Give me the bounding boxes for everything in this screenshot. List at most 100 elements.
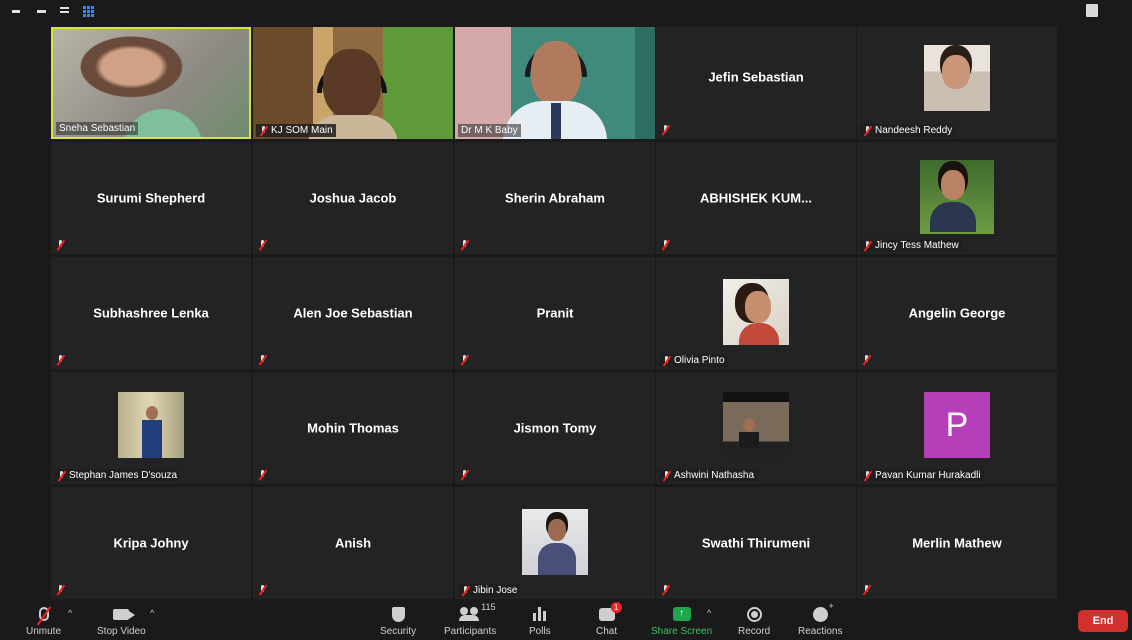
reactions-label: Reactions [798,626,843,637]
participant-tile[interactable]: Kripa Johny [51,487,251,599]
participant-name: Stephan James D'souza [69,470,178,481]
video-gallery: Sneha Sebastian KJ SOM Main Dr M K Baby … [0,22,1132,602]
participant-tile[interactable]: Angelin George [857,257,1057,369]
participant-tile[interactable]: Merlin Mathew [857,487,1057,599]
participant-tile[interactable]: Nandeesh Reddy [857,27,1057,139]
participant-tile[interactable]: Joshua Jacob [253,142,453,254]
mic-muted-icon [863,125,872,136]
mic-muted-icon [863,470,872,481]
mic-muted-icon [661,125,670,135]
record-icon [746,606,762,622]
participant-name: Anish [334,535,372,551]
participant-tile[interactable]: KJ SOM Main [253,27,453,139]
participant-label: Sneha Sebastian [56,122,139,135]
view-icon-1[interactable] [37,10,46,13]
participant-name: Sneha Sebastian [59,123,136,134]
participant-name: Jincy Tess Mathew [875,240,959,251]
unmute-label: Unmute [26,626,62,637]
participant-tile[interactable]: Alen Joe Sebastian [253,257,453,369]
participant-label: Nandeesh Reddy [860,124,956,137]
chat-label: Chat [596,626,618,637]
mic-muted-icon [461,585,470,596]
mic-muted-icon [258,585,267,595]
participant-tile[interactable]: Anish [253,487,453,599]
participants-button[interactable]: 115 Participants [444,602,496,637]
mic-muted-icon [258,470,267,480]
participant-video [455,27,655,139]
participant-tile[interactable]: Jibin Jose [455,487,655,599]
participant-name: Subhashree Lenka [93,305,209,321]
participant-tile[interactable]: Swathi Thirumeni [656,487,856,599]
participant-label: Stephan James D'souza [54,469,181,482]
participant-tile[interactable]: Mohin Thomas [253,372,453,484]
participant-label: Jibin Jose [458,584,521,597]
participant-name: Pranit [536,305,574,321]
reactions-button[interactable]: Reactions [798,601,843,638]
participant-label: Olivia Pinto [659,354,728,367]
participant-tile[interactable]: ABHISHEK KUM... [656,142,856,254]
gallery-view-icon[interactable] [83,6,94,17]
mic-muted-icon [460,355,469,365]
participant-label: Jincy Tess Mathew [860,239,962,252]
mic-muted-icon [56,240,65,250]
participant-tile[interactable]: Subhashree Lenka [51,257,251,369]
unmute-button[interactable]: Unmute [26,604,61,637]
participant-name: Jismon Tomy [513,420,597,436]
mic-muted-icon [863,240,872,251]
participant-tile[interactable]: Jincy Tess Mathew [857,142,1057,254]
initial-avatar: P [924,392,990,458]
view-icon-2[interactable] [60,7,69,9]
participant-tile[interactable]: Jefin Sebastian [656,27,856,139]
participant-tile[interactable]: Sneha Sebastian [51,27,251,139]
participant-label: KJ SOM Main [256,124,336,137]
video-options-caret-icon[interactable]: ^ [150,608,154,618]
participant-name: ABHISHEK KUM... [700,190,812,206]
participant-tile[interactable]: Surumi Shepherd [51,142,251,254]
participant-name: Alen Joe Sebastian [293,305,413,321]
participant-tile[interactable]: P Pavan Kumar Hurakadli [857,372,1057,484]
participant-label: Ashwini Nathasha [659,469,758,482]
mic-muted-icon [661,240,670,250]
mic-muted-icon [56,355,65,365]
chat-badge: 1 [610,601,622,613]
camera-icon [113,608,136,620]
polls-button[interactable]: Polls [529,604,551,637]
mic-muted-icon [862,585,871,595]
mic-muted-icon [460,240,469,250]
window-topbar [0,0,1132,22]
participant-tile[interactable]: Jismon Tomy [455,372,655,484]
profile-photo [522,509,588,575]
security-button[interactable]: Security [380,604,416,637]
participant-tile[interactable]: Olivia Pinto [656,257,856,369]
mic-muted-icon [662,355,671,366]
participant-name: Swathi Thirumeni [701,535,811,551]
chat-button[interactable]: 1 Chat [596,601,622,637]
participant-name: Merlin Mathew [912,535,1002,551]
participant-tile[interactable]: Ashwini Nathasha [656,372,856,484]
participant-name: Nandeesh Reddy [875,125,953,136]
mic-muted-icon [259,125,268,136]
audio-options-caret-icon[interactable]: ^ [68,608,72,618]
fullscreen-icon[interactable] [1086,4,1098,17]
participant-tile[interactable]: Sherin Abraham [455,142,655,254]
participant-tile[interactable]: Stephan James D'souza [51,372,251,484]
participant-name: Ashwini Nathasha [674,470,755,481]
share-options-caret-icon[interactable]: ^ [707,608,711,618]
participant-tile[interactable]: Dr M K Baby [455,27,655,139]
profile-photo [924,45,990,111]
participant-name: Mohin Thomas [307,420,399,436]
security-label: Security [380,626,417,637]
reactions-icon [812,601,834,622]
mic-muted-icon [56,585,65,595]
minimize-icon[interactable] [12,10,20,13]
participant-tile[interactable]: Pranit [455,257,655,369]
mic-muted-icon [661,585,670,595]
participant-name: Jibin Jose [473,585,518,596]
stop-video-button[interactable]: Stop Video [97,604,146,637]
polls-icon [532,607,547,621]
end-meeting-button[interactable]: End [1078,610,1128,632]
share-screen-button[interactable]: ↑ Share Screen [651,604,712,637]
record-button[interactable]: Record [738,604,770,637]
participant-name: KJ SOM Main [271,125,333,136]
participant-name: Jefin Sebastian [708,69,804,85]
